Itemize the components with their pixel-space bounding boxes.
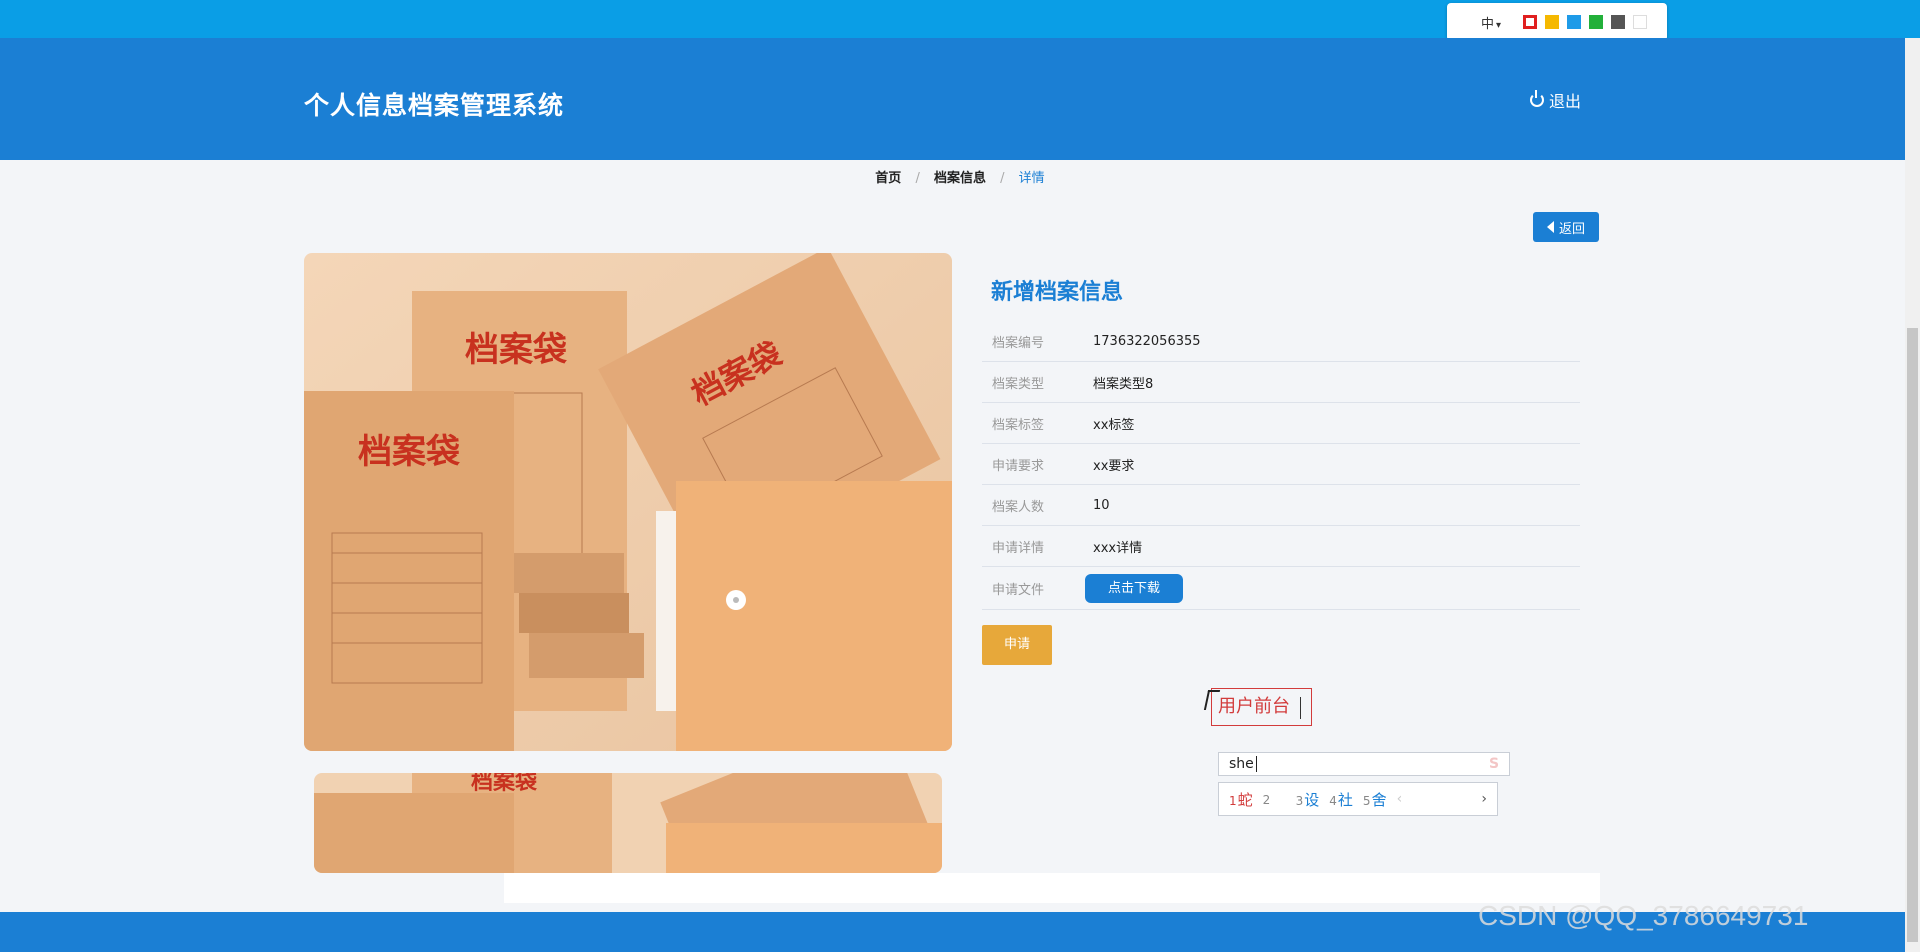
detail-row: 申请文件 点击下载 [982, 567, 1580, 610]
ime-candidate[interactable]: 3设 [1296, 789, 1320, 810]
back-button-label: 返回 [1558, 221, 1585, 237]
field-value: xx标签 [1093, 417, 1135, 433]
color-swatch-gray[interactable] [1611, 15, 1626, 29]
field-value: xx要求 [1093, 458, 1135, 474]
envelope-label: 档案袋 [465, 330, 567, 370]
scrollbar-thumb[interactable] [1907, 328, 1918, 942]
ime-candidate[interactable]: 4社 [1329, 789, 1353, 810]
field-label: 申请文件 [992, 582, 1045, 598]
chevron-right-icon[interactable]: › [1481, 791, 1487, 807]
archive-thumbnail-image[interactable]: 档案袋 [314, 773, 942, 873]
breadcrumb-separator: / [1000, 171, 1005, 186]
detail-row: 档案标签 xx标签 [982, 403, 1580, 444]
field-label: 申请要求 [992, 458, 1045, 474]
detail-title: 新增档案信息 [991, 280, 1124, 305]
ime-toolbar[interactable]: 中 [1447, 3, 1667, 41]
field-label: 档案编号 [992, 335, 1045, 351]
breadcrumb: 首页 / 档案信息 / 详情 [0, 167, 1920, 186]
archive-main-image: 档案袋 档案袋 档案袋 [304, 253, 952, 751]
color-swatch-green[interactable] [1589, 15, 1604, 29]
field-label: 档案标签 [992, 417, 1045, 433]
detail-row: 档案类型 档案类型8 [982, 362, 1580, 403]
field-label: 档案人数 [992, 499, 1045, 515]
ime-logo-icon: S [1488, 756, 1500, 772]
breadcrumb-home[interactable]: 首页 [875, 167, 901, 186]
chevron-left-icon[interactable]: ‹ [1397, 791, 1403, 807]
download-button[interactable]: 点击下载 [1085, 573, 1183, 603]
power-icon [1530, 90, 1544, 107]
color-swatch-yellow[interactable] [1545, 15, 1560, 29]
site-header: 个人信息档案管理系统 退出 [0, 38, 1920, 160]
back-button[interactable]: 返回 [1533, 212, 1599, 242]
logout-link[interactable]: 退出 [1530, 88, 1581, 112]
apply-button[interactable]: 申请 [982, 625, 1052, 665]
vertical-scrollbar[interactable] [1905, 38, 1920, 952]
field-value: 档案类型8 [1093, 376, 1154, 392]
breadcrumb-separator: / [915, 171, 920, 186]
ime-composition-text: 用户前台 [1211, 688, 1312, 726]
field-value: xxx详情 [1093, 540, 1143, 556]
envelope-label: 档案袋 [471, 773, 538, 795]
detail-row: 档案人数 10 [982, 485, 1580, 526]
logout-label: 退出 [1549, 92, 1582, 111]
field-label: 申请详情 [992, 540, 1045, 556]
ime-candidate[interactable]: 5舍 [1363, 789, 1387, 810]
ime-language-toggle[interactable]: 中 [1481, 13, 1501, 32]
color-swatch-white[interactable] [1633, 15, 1648, 29]
ime-candidate-list: 1蛇 2 3设 4社 5舍 ‹ › [1218, 782, 1498, 816]
caret-left-icon [1546, 221, 1554, 233]
color-swatch-blue[interactable] [1567, 15, 1582, 29]
site-title: 个人信息档案管理系统 [304, 91, 565, 120]
color-swatch-red[interactable] [1523, 15, 1538, 29]
field-value: 1736322056355 [1093, 333, 1201, 349]
ime-pinyin-input[interactable]: she S [1218, 752, 1510, 776]
field-value: 10 [1093, 497, 1110, 513]
ime-candidate[interactable]: 1蛇 [1229, 789, 1253, 810]
detail-row: 申请要求 xx要求 [982, 444, 1580, 485]
detail-table: 档案编号 1736322056355 档案类型 档案类型8 档案标签 xx标签 … [982, 321, 1580, 610]
ime-candidate[interactable]: 2 [1263, 790, 1286, 808]
content-bottom-panel [304, 873, 1600, 903]
ime-pinyin-text: she [1229, 756, 1254, 772]
breadcrumb-current: 详情 [1018, 171, 1045, 186]
watermark-text: CSDN @QQ_3786649731 [1478, 900, 1809, 931]
envelope-label: 档案袋 [358, 432, 460, 472]
detail-row: 档案编号 1736322056355 [982, 321, 1580, 362]
field-label: 档案类型 [992, 376, 1045, 392]
breadcrumb-archive[interactable]: 档案信息 [934, 167, 986, 186]
detail-row: 申请详情 xxx详情 [982, 526, 1580, 567]
